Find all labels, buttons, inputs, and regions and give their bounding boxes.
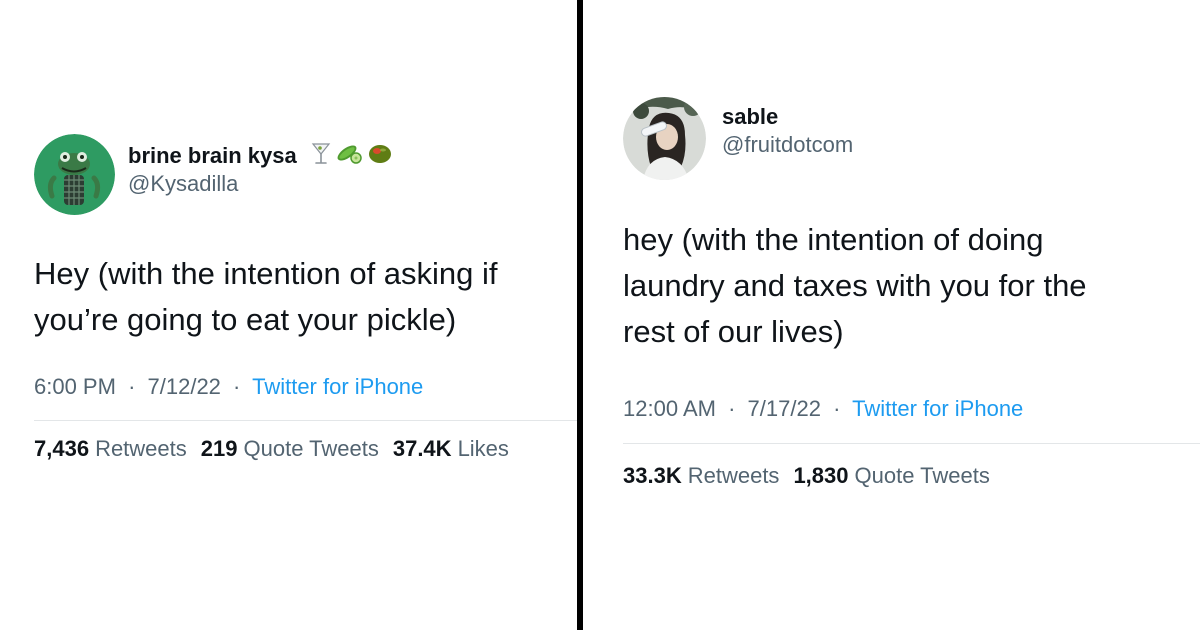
frog-avatar-image [34, 134, 115, 215]
tweet-card-left: brine brain kysa @Kysadilla Hey (with th… [34, 134, 579, 463]
likes-count: 37.4K [392, 436, 452, 461]
tweet-time[interactable]: 6:00 PM [34, 374, 116, 399]
tweet-header: brine brain kysa @Kysadilla [34, 134, 574, 215]
tweet-card-right: sable @fruitdotcom hey (with the intenti… [623, 97, 1200, 490]
retweets-count: 33.3K [623, 463, 682, 488]
meta-separator: · [128, 374, 136, 399]
retweets-count: 7,436 [34, 436, 90, 461]
display-name-row: brine brain kysa [128, 141, 397, 170]
divider-line [623, 443, 1200, 444]
tweet-text: hey (with the intention of doing laundry… [623, 222, 1087, 349]
engagement-stats: 33.3K Retweets 1,830 Quote Tweets [623, 462, 1200, 490]
quote-tweets-label: Quote Tweets [854, 463, 990, 488]
tweet-author: sable @fruitdotcom [722, 103, 853, 159]
meta-separator: · [833, 396, 841, 421]
tweet-source-link[interactable]: Twitter for iPhone [252, 374, 423, 399]
tweet-screenshot-collage: brine brain kysa @Kysadilla Hey (with th… [0, 0, 1200, 630]
martini-glass-icon [311, 141, 331, 170]
username-handle[interactable]: @Kysadilla [128, 170, 397, 198]
retweets-label: Retweets [687, 463, 780, 488]
tweet-text: Hey (with the intention of asking if you… [34, 256, 498, 337]
likes-stat[interactable]: 37.4K Likes [393, 435, 509, 463]
divider-line [34, 420, 579, 421]
tweet-date[interactable]: 7/12/22 [148, 374, 221, 399]
username-handle[interactable]: @fruitdotcom [722, 131, 853, 159]
tweet-timestamp-row: 12:00 AM · 7/17/22 · Twitter for iPhone [623, 395, 1200, 423]
tweet-header: sable @fruitdotcom [623, 97, 1200, 180]
quote-tweets-count: 1,830 [793, 463, 849, 488]
name-emoji-group [311, 141, 397, 170]
quote-tweets-stat[interactable]: 219 Quote Tweets [201, 435, 379, 463]
engagement-stats: 7,436 Retweets 219 Quote Tweets 37.4K Likes [34, 435, 574, 463]
panel-divider [577, 0, 583, 630]
person-drinking-avatar-image [623, 97, 706, 180]
retweets-label: Retweets [95, 436, 187, 461]
avatar[interactable] [34, 134, 115, 215]
quote-tweets-stat[interactable]: 1,830 Quote Tweets [793, 462, 989, 490]
display-name[interactable]: brine brain kysa [128, 142, 297, 170]
likes-label: Likes [457, 436, 509, 461]
retweets-stat[interactable]: 7,436 Retweets [34, 435, 187, 463]
avatar[interactable] [623, 97, 706, 180]
tweet-date[interactable]: 7/17/22 [748, 396, 821, 421]
retweets-stat[interactable]: 33.3K Retweets [623, 462, 779, 490]
cucumber-icon [335, 141, 363, 170]
meta-separator: · [728, 396, 736, 421]
quote-tweets-label: Quote Tweets [243, 436, 379, 461]
tweet-timestamp-row: 6:00 PM · 7/12/22 · Twitter for iPhone [34, 373, 574, 401]
tweet-source-link[interactable]: Twitter for iPhone [852, 396, 1023, 421]
tweet-time[interactable]: 12:00 AM [623, 396, 716, 421]
quote-tweets-count: 219 [200, 436, 238, 461]
meta-separator: · [233, 374, 241, 399]
olive-icon [367, 141, 393, 170]
tweet-author: brine brain kysa @Kysadilla [128, 141, 397, 198]
display-name[interactable]: sable [722, 103, 853, 131]
